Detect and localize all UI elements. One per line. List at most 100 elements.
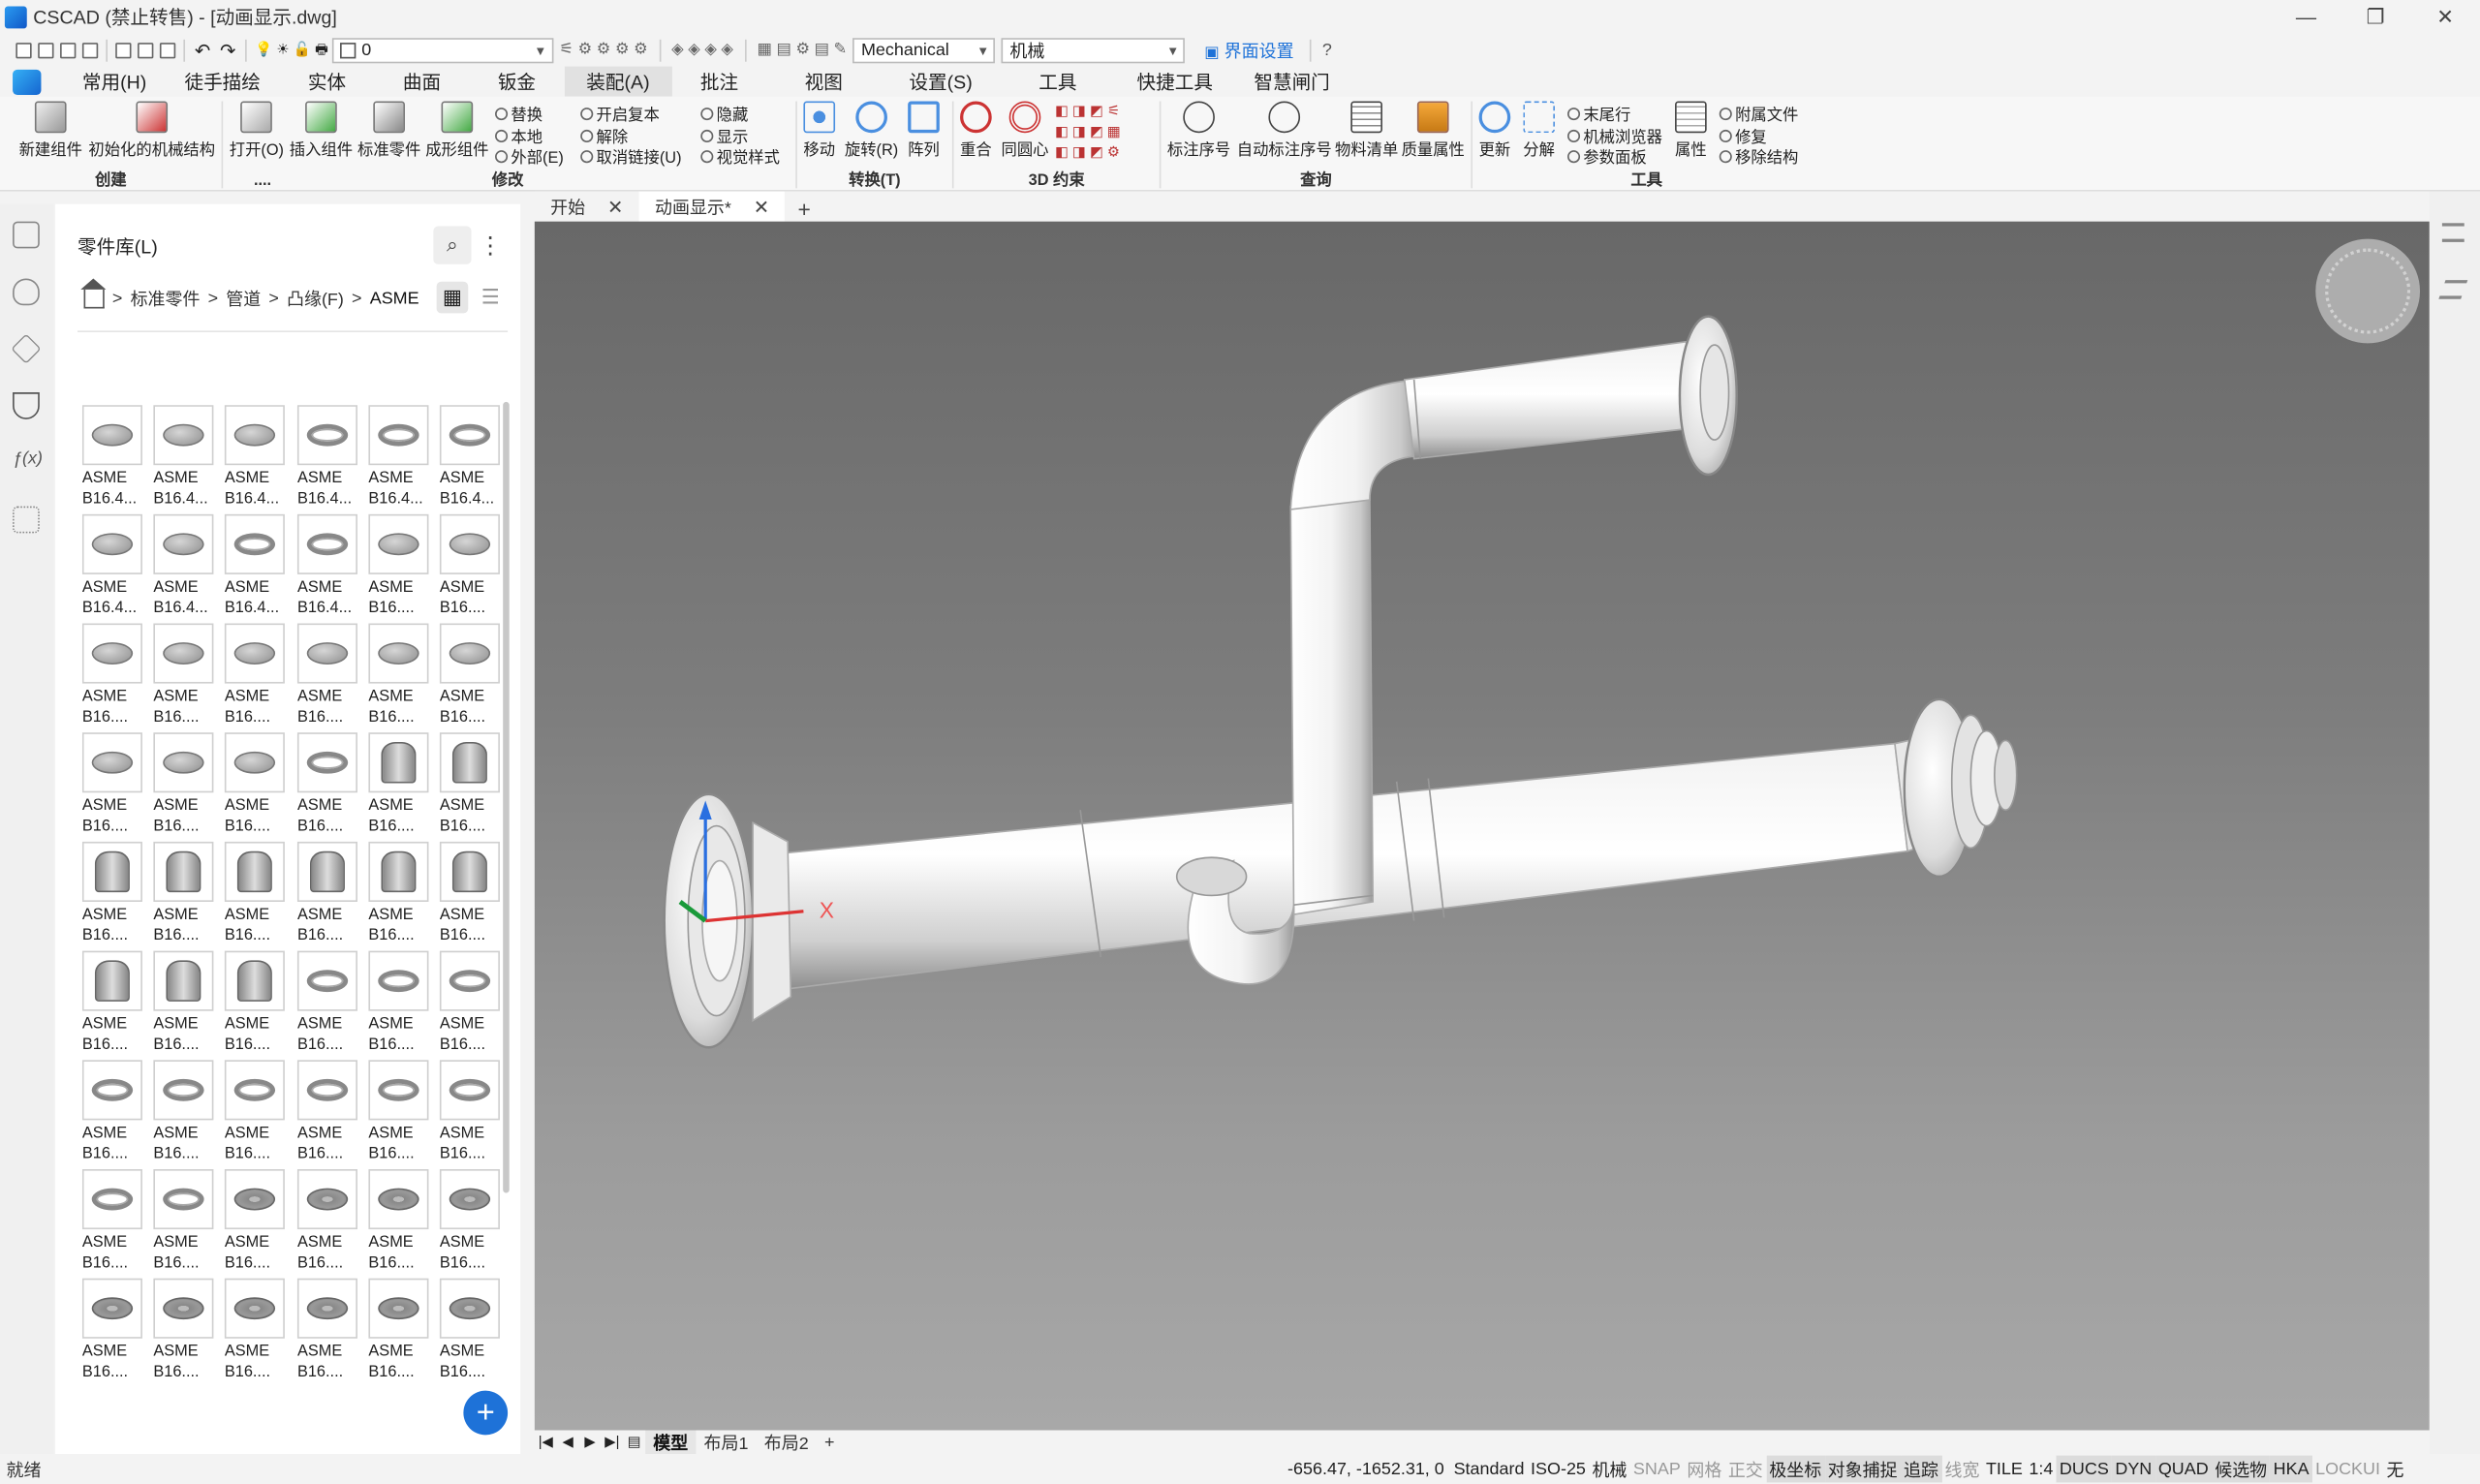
status-toggle[interactable]: SNAP: [1630, 1456, 1684, 1483]
part-item[interactable]: ASME B16....: [224, 1060, 288, 1164]
update-button[interactable]: 更新: [1478, 101, 1511, 160]
part-item[interactable]: ASME B16....: [368, 623, 431, 728]
menu-tools[interactable]: 工具: [1001, 67, 1115, 97]
tab-layout2[interactable]: 布局2: [757, 1430, 817, 1455]
unlink-button[interactable]: 取消链接(U): [580, 144, 682, 168]
status-toggle[interactable]: Standard: [1450, 1456, 1527, 1483]
status-toggle[interactable]: DYN: [2112, 1455, 2155, 1483]
part-item[interactable]: ASME B16....: [224, 950, 288, 1056]
part-item[interactable]: ASME B16.4...: [224, 513, 288, 619]
part-item[interactable]: ASME B16....: [224, 732, 288, 837]
part-item[interactable]: ASME B16....: [153, 732, 216, 837]
move-button[interactable]: 移动: [803, 101, 836, 160]
insert-component-button[interactable]: 插入组件: [290, 101, 353, 160]
bom-button[interactable]: 物料清单: [1335, 101, 1398, 160]
hide-button[interactable]: 隐藏: [700, 102, 748, 125]
part-item[interactable]: ASME B16....: [439, 732, 503, 837]
save-icon[interactable]: [60, 42, 77, 58]
init-mech-button[interactable]: 初始化的机械结构: [88, 101, 215, 160]
part-item[interactable]: ASME B16....: [439, 950, 503, 1056]
menu-annotate[interactable]: 批注: [671, 67, 766, 97]
new-component-button[interactable]: 新建组件: [19, 101, 82, 160]
status-toggle[interactable]: ISO-25: [1528, 1456, 1589, 1483]
style-tools-icon[interactable]: ▦ ▤ ⚙ ▤ ✎: [758, 41, 848, 58]
part-item[interactable]: ASME B16.4...: [439, 405, 503, 510]
properties-panel-icon[interactable]: [13, 221, 40, 249]
part-item[interactable]: ASME B16....: [81, 1169, 145, 1274]
balloon-button[interactable]: 标注序号: [1167, 101, 1230, 160]
menu-surface[interactable]: 曲面: [374, 67, 469, 97]
part-item[interactable]: ASME B16....: [224, 1169, 288, 1274]
rotate-button[interactable]: 旋转(R): [845, 101, 898, 160]
menu-sheetmetal[interactable]: 钣金: [469, 67, 564, 97]
menu-quick-tools[interactable]: 快捷工具: [1115, 67, 1235, 97]
part-item[interactable]: ASME B16....: [81, 623, 145, 728]
list-view-icon[interactable]: ☰: [475, 282, 507, 314]
part-item[interactable]: ASME B16....: [439, 623, 503, 728]
part-item[interactable]: ASME B16....: [224, 623, 288, 728]
scheme-combo[interactable]: 机械 ▼: [1002, 37, 1186, 63]
home-icon[interactable]: [80, 278, 107, 309]
part-item[interactable]: ASME B16....: [153, 1278, 216, 1383]
constraint-small-icons[interactable]: ◧ ◨ ◩ ⚟ ◧ ◨ ◩ ▦ ◧ ◨ ◩ ⚙: [1055, 102, 1153, 165]
last-layout-icon[interactable]: ▶|: [601, 1434, 623, 1451]
settings-sliders-icon[interactable]: [2441, 223, 2464, 242]
restore-button[interactable]: ❐: [2340, 0, 2410, 33]
part-item[interactable]: ASME B16....: [153, 1169, 216, 1274]
status-toggle[interactable]: HKA: [2270, 1455, 2312, 1483]
grid-view-icon[interactable]: ▦: [436, 281, 469, 314]
status-toggle[interactable]: 对象捕捉: [1824, 1455, 1901, 1483]
breadcrumb-item[interactable]: 凸缘(F): [287, 287, 344, 312]
remove-structure-button[interactable]: 移除结构: [1719, 144, 1798, 168]
tab-current-drawing[interactable]: 动画显示* ✕: [638, 191, 786, 222]
menu-assembly[interactable]: 装配(A): [564, 66, 672, 97]
add-part-button[interactable]: +: [463, 1390, 509, 1436]
part-item[interactable]: ASME B16....: [81, 950, 145, 1056]
status-toggle[interactable]: 机械: [1589, 1456, 1629, 1483]
coincident-button[interactable]: 重合: [960, 101, 992, 160]
concentric-button[interactable]: 同圆心: [1001, 101, 1048, 160]
open-component-button[interactable]: 打开(O): [230, 101, 284, 160]
part-item[interactable]: ASME B16....: [296, 1169, 360, 1274]
status-toggle[interactable]: 追踪: [1900, 1455, 1942, 1483]
part-item[interactable]: ASME B16....: [81, 1060, 145, 1164]
status-toggle[interactable]: 候选物: [2211, 1455, 2271, 1483]
menu-view[interactable]: 视图: [766, 67, 881, 97]
tab-start[interactable]: 开始 ✕: [535, 192, 639, 222]
scrollbar[interactable]: [503, 401, 510, 1193]
close-button[interactable]: ✕: [2410, 0, 2480, 33]
new-file-icon[interactable]: [16, 42, 32, 58]
layers-icon[interactable]: [2438, 280, 2468, 299]
new-tab-button[interactable]: +: [785, 197, 822, 222]
minimize-button[interactable]: —: [2272, 0, 2341, 33]
print-icon[interactable]: [138, 42, 154, 58]
part-item[interactable]: ASME B16....: [296, 1278, 360, 1383]
menu-settings[interactable]: 设置(S): [881, 67, 1001, 97]
view-tools-icon[interactable]: ◈ ◈ ◈ ◈: [671, 41, 733, 58]
function-icon[interactable]: ƒ(x): [13, 449, 43, 469]
layer-tools-icon[interactable]: ⚟ ⚙ ⚙ ⚙ ⚙: [559, 41, 647, 58]
status-toggle[interactable]: LOCKUI: [2312, 1456, 2383, 1483]
search-icon[interactable]: ⌕: [433, 226, 472, 264]
prev-layout-icon[interactable]: ◀: [557, 1434, 579, 1451]
status-toggle[interactable]: 极坐标: [1766, 1455, 1825, 1483]
external-button[interactable]: 外部(E): [495, 144, 564, 168]
part-item[interactable]: ASME B16....: [296, 841, 360, 946]
next-layout-icon[interactable]: ▶: [579, 1434, 602, 1451]
status-toggle[interactable]: QUAD: [2154, 1455, 2212, 1483]
tree-view-icon[interactable]: [13, 506, 40, 534]
part-item[interactable]: ASME B16....: [153, 1060, 216, 1164]
menu-freehand[interactable]: 徒手描绘: [166, 67, 280, 97]
app-menu-icon[interactable]: [13, 69, 42, 95]
part-item[interactable]: ASME B16....: [153, 841, 216, 946]
param-panel-button[interactable]: 参数面板: [1567, 144, 1647, 168]
part-item[interactable]: ASME B16....: [81, 732, 145, 837]
model-viewport[interactable]: X: [534, 221, 2430, 1431]
part-item[interactable]: ASME B16....: [368, 1060, 431, 1164]
properties-button[interactable]: 属性: [1675, 101, 1707, 160]
part-item[interactable]: ASME B16....: [368, 513, 431, 619]
part-item[interactable]: ASME B16.4...: [296, 405, 360, 510]
breadcrumb-item[interactable]: 标准零件: [131, 287, 201, 312]
explode-button[interactable]: 分解: [1523, 101, 1555, 160]
open-copy-button[interactable]: 开启复本: [580, 102, 660, 125]
